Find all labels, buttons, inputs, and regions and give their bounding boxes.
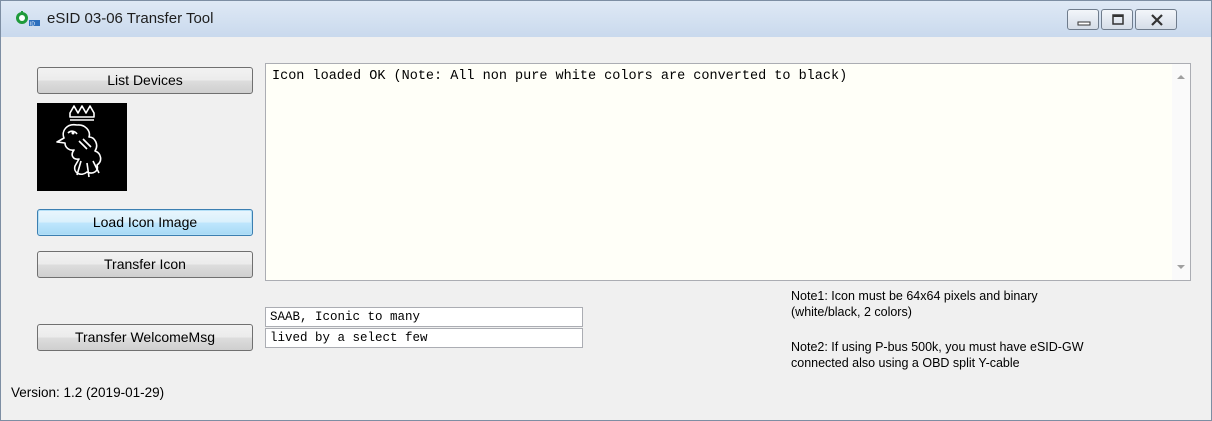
icon-preview [37, 103, 127, 191]
close-button[interactable] [1135, 9, 1177, 30]
log-textarea[interactable]: Icon loaded OK (Note: All non pure white… [265, 63, 1191, 281]
saab-griffin-icon [56, 105, 102, 178]
close-icon [1151, 14, 1163, 26]
load-icon-image-label: Load Icon Image [92, 214, 198, 230]
note2-line1: Note2: If using P-bus 500k, you must hav… [791, 340, 1084, 354]
log-text: Icon loaded OK (Note: All non pure white… [272, 69, 848, 84]
app-icon: ID [16, 11, 40, 28]
transfer-icon-button[interactable]: Transfer Icon [37, 251, 253, 278]
welcome-message-line2-input[interactable]: lived by a select few [265, 328, 583, 348]
main-window: ID eSID 03-06 Transfer Tool List Devices [0, 0, 1212, 421]
list-devices-label: List Devices [107, 72, 183, 88]
log-scrollbar[interactable] [1172, 64, 1190, 280]
client-area: List Devices Load Icon Image Transfer Ic… [9, 37, 1203, 412]
maximize-icon [1112, 14, 1124, 25]
window-title: eSID 03-06 Transfer Tool [47, 10, 214, 27]
scroll-down-arrow-icon[interactable] [1177, 265, 1185, 269]
maximize-button[interactable] [1101, 9, 1133, 30]
minimize-button[interactable] [1067, 9, 1099, 30]
transfer-welcome-msg-label: Transfer WelcomeMsg [74, 329, 216, 345]
version-label: Version: 1.2 (2019-01-29) [11, 385, 165, 400]
note2-line2: connected also using a OBD split Y-cable [791, 356, 1020, 370]
svg-text:ID: ID [30, 22, 35, 28]
note1-line1: Note1: Icon must be 64x64 pixels and bin… [791, 289, 1038, 303]
transfer-icon-label: Transfer Icon [104, 256, 186, 272]
transfer-welcome-msg-button[interactable]: Transfer WelcomeMsg [37, 324, 253, 351]
welcome-message-line1-input[interactable]: SAAB, Iconic to many [265, 307, 583, 327]
scroll-up-arrow-icon[interactable] [1177, 75, 1185, 79]
note2: Note2: If using P-bus 500k, you must hav… [791, 339, 1084, 371]
note1: Note1: Icon must be 64x64 pixels and bin… [791, 288, 1038, 320]
list-devices-button[interactable]: List Devices [37, 67, 253, 94]
minimize-icon [1077, 21, 1091, 26]
note1-line2: (white/black, 2 colors) [791, 305, 912, 319]
title-bar[interactable]: ID eSID 03-06 Transfer Tool [1, 1, 1211, 37]
load-icon-image-button[interactable]: Load Icon Image [37, 209, 253, 236]
